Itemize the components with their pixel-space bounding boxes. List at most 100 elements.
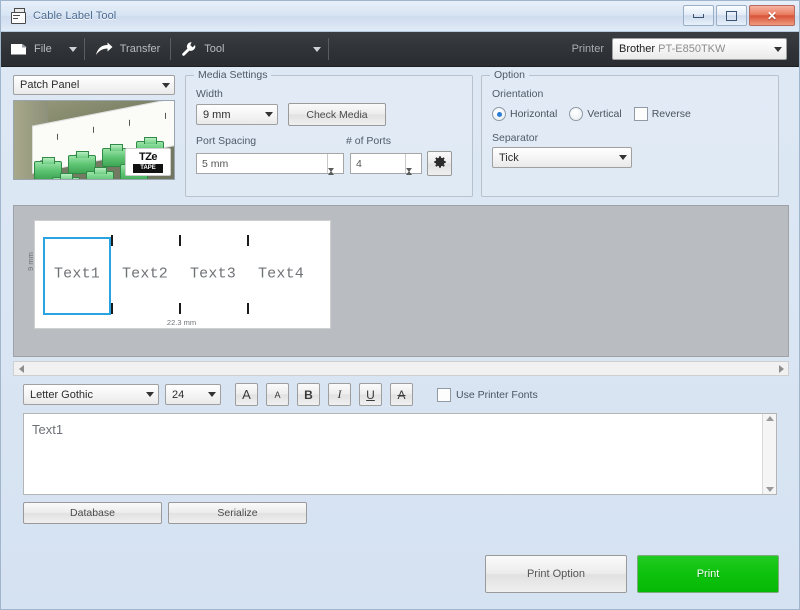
maximize-icon [726, 10, 737, 21]
caret-left-icon [18, 364, 24, 373]
underline-button[interactable]: U [359, 383, 382, 406]
font-size-combobox[interactable]: 24 [165, 384, 221, 405]
file-label: File [34, 43, 52, 55]
spacing-ports-inputs: 5 mm 4 [196, 151, 462, 189]
printer-selector-area: Printer Brother PT-E850TKW [572, 32, 799, 66]
num-ports-stepper[interactable]: 4 [350, 153, 422, 189]
cell-selection-box[interactable] [43, 237, 111, 315]
port-settings-button[interactable] [427, 151, 452, 176]
chevron-down-icon [313, 46, 322, 52]
orientation-row: Horizontal Vertical Reverse [492, 107, 768, 121]
spacing-ports-labels: Port Spacing # of Ports [196, 135, 462, 147]
port-spacing-value: 5 mm [202, 157, 229, 170]
scroll-right-button[interactable] [774, 364, 788, 373]
radio-horizontal-indicator [492, 107, 506, 121]
radio-vertical[interactable]: Vertical [569, 107, 622, 121]
font-family-combobox[interactable]: Letter Gothic [23, 384, 159, 405]
toolbar-divider-3 [328, 38, 330, 60]
main-toolbar: File Transfer Tool Printer Brother PT-E8… [1, 32, 799, 67]
file-group: File [1, 32, 84, 66]
printer-model: PT-E850TKW [658, 43, 726, 55]
window-controls: ✕ [683, 5, 795, 26]
option-panel: Option Orientation Horizontal Vertical R… [481, 69, 779, 197]
separator-tick-top-3 [247, 235, 249, 246]
chevron-down-icon [774, 46, 782, 52]
separator-combobox[interactable]: Tick [492, 147, 632, 168]
transfer-button[interactable]: Transfer [85, 32, 171, 66]
caret-down-icon[interactable] [765, 487, 774, 492]
tool-button[interactable]: Tool [171, 32, 234, 66]
label-type-combobox[interactable]: Patch Panel [13, 75, 175, 95]
text-editor-vertical-scrollbar[interactable] [762, 414, 776, 494]
label-height-dimension: 9 mm [25, 252, 35, 271]
chevron-down-icon [208, 392, 216, 397]
decrease-font-size-button[interactable]: A [266, 383, 289, 406]
tool-label: Tool [204, 43, 225, 55]
serialize-button[interactable]: Serialize [168, 502, 307, 524]
caret-up-icon[interactable] [765, 416, 774, 421]
font-size-value: 24 [172, 388, 185, 401]
print-option-button[interactable]: Print Option [485, 555, 627, 593]
font-toolbar: Letter Gothic 24 A A B I U A Use Printer… [1, 376, 799, 410]
window-title: Cable Label Tool [33, 10, 117, 22]
separator-tick-top-2 [179, 235, 181, 246]
bold-icon: B [304, 387, 313, 402]
print-button[interactable]: Print [637, 555, 779, 593]
transfer-label: Transfer [119, 43, 161, 55]
label-canvas[interactable]: 9 mm Text1 Text2 Text3 Text4 [26, 220, 331, 329]
italic-icon: I [337, 387, 342, 401]
media-width-combobox[interactable]: 9 mm [196, 104, 278, 125]
bold-button[interactable]: B [297, 383, 320, 406]
printer-combobox[interactable]: Brother PT-E850TKW [612, 38, 787, 60]
strikethrough-icon: A [397, 387, 406, 402]
use-printer-fonts-checkbox[interactable]: Use Printer Fonts [437, 387, 538, 402]
label-cell-2[interactable]: Text2 [111, 241, 179, 307]
radio-horizontal-label: Horizontal [510, 108, 558, 120]
file-button[interactable]: File [1, 32, 62, 66]
file-icon [11, 43, 27, 56]
italic-button[interactable]: I [328, 383, 351, 406]
radio-horizontal[interactable]: Horizontal [492, 107, 557, 121]
serialize-label: Serialize [217, 507, 258, 519]
label-type-preview-image: 01 02 03 04 TZe [13, 100, 175, 180]
preview-horizontal-scrollbar[interactable] [13, 361, 789, 376]
checkbox-reverse-label: Reverse [651, 108, 691, 120]
strikethrough-button[interactable]: A [390, 383, 413, 406]
maximize-button[interactable] [716, 5, 747, 26]
port-spacing-down[interactable] [328, 168, 343, 190]
label-cell-2-text: Text2 [121, 265, 168, 283]
checkbox-reverse[interactable]: Reverse [633, 107, 691, 121]
tool-dropdown-button[interactable] [306, 32, 328, 66]
tool-group: Tool [171, 32, 328, 66]
text-editor[interactable]: Text1 [23, 413, 777, 495]
increase-font-size-button[interactable]: A [235, 383, 258, 406]
num-ports-label: # of Ports [346, 135, 391, 147]
minimize-button[interactable] [683, 5, 714, 26]
wrench-icon [181, 41, 197, 57]
database-button[interactable]: Database [23, 502, 162, 524]
media-settings-legend: Media Settings [194, 69, 272, 81]
scroll-left-button[interactable] [14, 364, 28, 373]
label-cell-4[interactable]: Text4 [247, 241, 315, 307]
tze-tape-badge: TZe TAPE [125, 148, 171, 176]
bottom-action-bar: Print Option Print [485, 555, 779, 593]
caret-right-icon [778, 364, 784, 373]
font-size-up-icon: A [242, 387, 251, 402]
use-printer-fonts-label: Use Printer Fonts [456, 388, 538, 401]
underline-icon: U [366, 387, 375, 402]
label-preview-area[interactable]: 9 mm Text1 Text2 Text3 Text4 22.3 mm [13, 205, 789, 357]
num-ports-down[interactable] [406, 168, 421, 190]
port-spacing-stepper[interactable]: 5 mm [196, 153, 344, 189]
separator-tick-bottom-1 [111, 303, 113, 314]
editor-actions: Database Serialize [23, 502, 799, 524]
minimize-icon [693, 13, 704, 18]
separator-tick-bottom-3 [247, 303, 249, 314]
gear-icon [433, 155, 447, 172]
file-dropdown-button[interactable] [62, 32, 84, 66]
app-icon [9, 8, 27, 24]
check-media-button[interactable]: Check Media [288, 103, 386, 126]
close-button[interactable]: ✕ [749, 5, 795, 26]
label-cell-3[interactable]: Text3 [179, 241, 247, 307]
text-editor-value[interactable]: Text1 [24, 414, 762, 494]
title-bar: Cable Label Tool ✕ [1, 1, 799, 32]
